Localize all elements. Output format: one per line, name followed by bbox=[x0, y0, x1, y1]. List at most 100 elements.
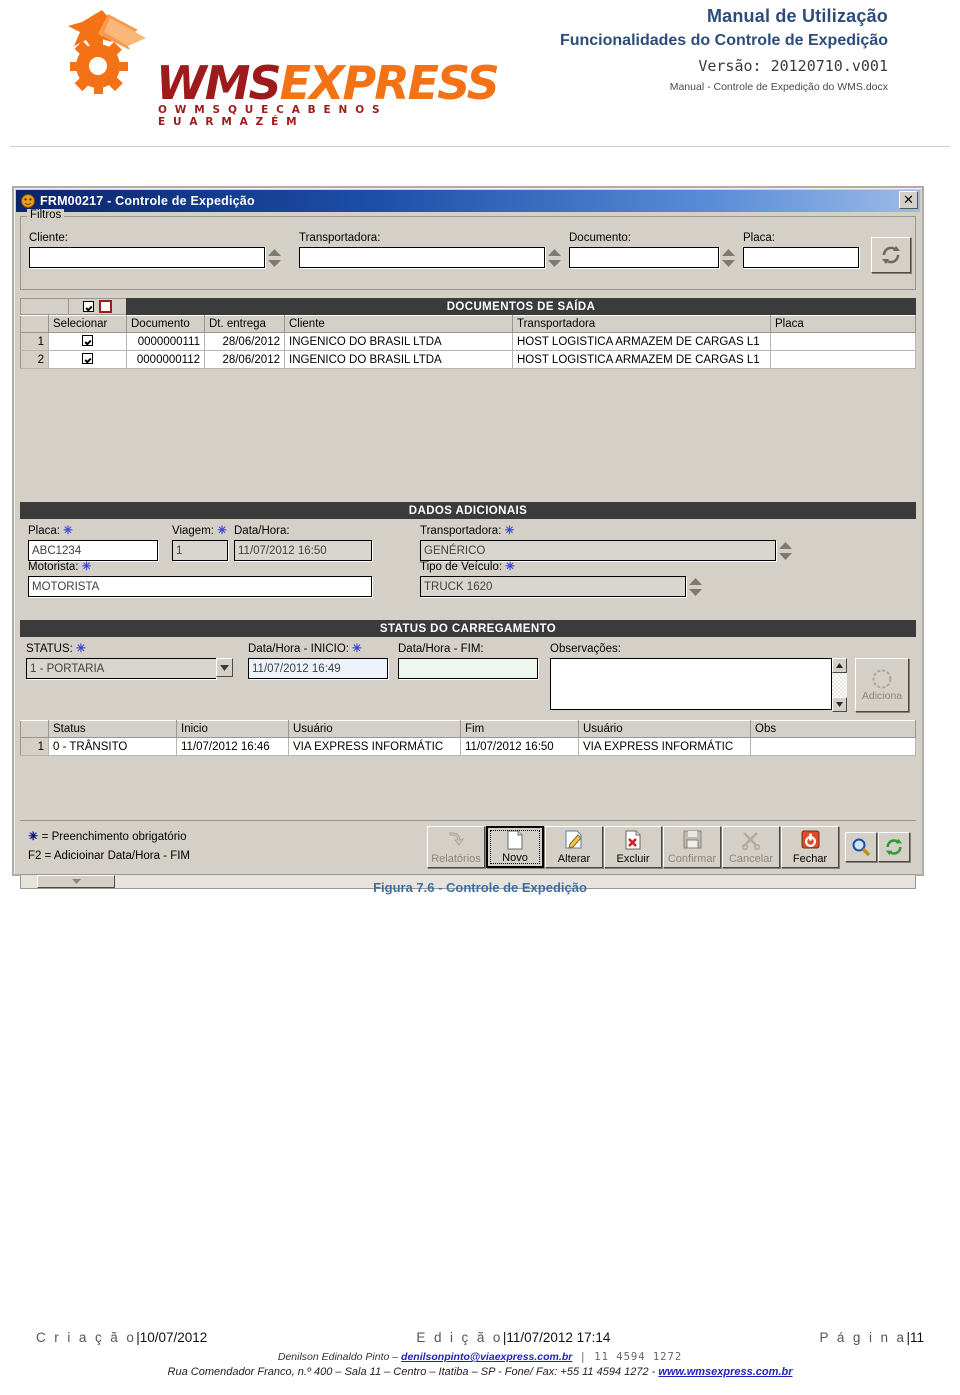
pagina-value: 11 bbox=[909, 1330, 924, 1345]
datahora-input[interactable]: 11/07/2012 16:50 bbox=[234, 540, 372, 561]
col-placa[interactable]: Placa bbox=[770, 315, 916, 333]
novo-button[interactable]: Novo bbox=[486, 825, 544, 868]
footer-contact-row: Denilson Edinaldo Pinto – denilsonpinto@… bbox=[0, 1351, 960, 1363]
website-link[interactable]: www.wmsexpress.com.br bbox=[658, 1366, 792, 1378]
status-section-title: STATUS DO CARREGAMENTO bbox=[20, 620, 916, 637]
dados-adicionais-panel: DADOS ADICIONAIS Placa: ✳ ABC1234 Viagem… bbox=[20, 502, 916, 620]
row-checkbox[interactable] bbox=[82, 353, 93, 364]
toolbar-refresh-button[interactable] bbox=[878, 831, 910, 862]
wmsexpress-logo: WMSEXPRESS O W M S Q U E C A B E N O S E… bbox=[28, 8, 500, 128]
cell-dt-entrega: 28/06/2012 bbox=[204, 350, 285, 369]
scroll-down-icon[interactable] bbox=[832, 697, 847, 712]
cell-obs bbox=[750, 737, 916, 756]
documento-filter-spinner[interactable] bbox=[719, 247, 738, 269]
manual-version: Versão: 20120710.v001 bbox=[698, 57, 888, 75]
col-inicio[interactable]: Inicio bbox=[176, 720, 289, 738]
transportadora-label-text: Transportadora: bbox=[420, 525, 502, 537]
documents-section-bar: DOCUMENTOS DE SAÍDA bbox=[20, 298, 916, 315]
tipo-veiculo-spinner[interactable] bbox=[686, 576, 705, 598]
placa-filter-input[interactable] bbox=[743, 247, 859, 268]
row-number: 2 bbox=[20, 350, 49, 369]
cell-transportadora: HOST LOGISTICA ARMAZEM DE CARGAS L1 bbox=[512, 350, 771, 369]
placa-input[interactable]: ABC1234 bbox=[28, 540, 158, 561]
inicio-label: Data/Hora - INICIO: ✳ bbox=[248, 642, 388, 656]
window-titlebar[interactable]: FRM00217 - Controle de Expedição ✕ bbox=[16, 190, 920, 212]
table-row[interactable]: 1 0000000111 28/06/2012 INGENICO DO BRAS… bbox=[20, 332, 916, 351]
datahora-label: Data/Hora: bbox=[234, 525, 290, 537]
row-select-cell[interactable] bbox=[48, 332, 127, 351]
fim-input[interactable] bbox=[398, 658, 538, 679]
transportadora-spinner[interactable] bbox=[776, 540, 795, 562]
alterar-button[interactable]: Alterar bbox=[545, 825, 603, 868]
col-cliente[interactable]: Cliente bbox=[284, 315, 513, 333]
col-transportadora[interactable]: Transportadora bbox=[512, 315, 771, 333]
cell-usuario-inicio: VIA EXPRESS INFORMÁTIC bbox=[288, 737, 461, 756]
table-row[interactable]: 1 0 - TRÂNSITO 11/07/2012 16:46 VIA EXPR… bbox=[20, 737, 916, 756]
col-usuario-inicio[interactable]: Usuário bbox=[288, 720, 461, 738]
search-button[interactable] bbox=[845, 831, 877, 862]
row-number: 1 bbox=[20, 332, 49, 351]
transportadora-input[interactable]: GENÉRICO bbox=[420, 540, 776, 561]
deselect-all-checkbox[interactable] bbox=[99, 300, 112, 313]
inicio-input[interactable]: 11/07/2012 16:49 bbox=[248, 658, 388, 679]
status-history-panel: Status Inicio Usuário Fim Usuário Obs 1 … bbox=[20, 720, 916, 756]
footer-meta-row: C r i a ç ã o|10/07/2012 E d i ç ã o|11/… bbox=[0, 1330, 960, 1345]
confirmar-button[interactable]: Confirmar bbox=[663, 825, 721, 868]
cliente-spinner[interactable] bbox=[265, 247, 284, 269]
cell-status: 0 - TRÂNSITO bbox=[48, 737, 177, 756]
select-all-toggles[interactable] bbox=[68, 298, 126, 315]
cancelar-button[interactable]: Cancelar bbox=[722, 825, 780, 868]
close-icon[interactable]: ✕ bbox=[899, 191, 918, 209]
row-select-cell[interactable] bbox=[48, 350, 127, 369]
tipo-veiculo-label: Tipo de Veículo: ✳ bbox=[420, 560, 705, 574]
col-dt-entrega[interactable]: Dt. entrega bbox=[204, 315, 285, 333]
observacoes-scrollbar[interactable] bbox=[832, 658, 847, 712]
chevron-down-icon[interactable] bbox=[216, 658, 233, 677]
edicao-label: E d i ç ã o bbox=[416, 1330, 503, 1345]
col-usuario-fim[interactable]: Usuário bbox=[578, 720, 751, 738]
viagem-input[interactable]: 1 bbox=[172, 540, 228, 561]
fim-label: Data/Hora - FIM: bbox=[398, 643, 484, 655]
app-icon bbox=[21, 194, 35, 208]
excluir-button[interactable]: Excluir bbox=[604, 825, 662, 868]
contact-name: Denilson Edinaldo Pinto – bbox=[277, 1351, 402, 1363]
fechar-button[interactable]: Fechar bbox=[781, 825, 839, 868]
documento-filter-input[interactable] bbox=[569, 247, 719, 268]
cell-placa bbox=[770, 332, 916, 351]
relatorios-button[interactable]: Relatórios bbox=[427, 825, 485, 868]
scroll-up-icon[interactable] bbox=[832, 658, 847, 673]
adiciona-button[interactable]: Adiciona bbox=[855, 658, 909, 712]
documents-header-row: Selecionar Documento Dt. entrega Cliente… bbox=[20, 315, 916, 333]
documents-section-title: DOCUMENTOS DE SAÍDA bbox=[126, 298, 916, 315]
select-all-checkbox[interactable] bbox=[83, 301, 94, 312]
motorista-input[interactable]: MOTORISTA bbox=[28, 576, 372, 597]
documents-table[interactable]: Selecionar Documento Dt. entrega Cliente… bbox=[20, 315, 916, 369]
hint-f2: F2 = Adicioinar Data/Hora - FIM bbox=[28, 849, 191, 862]
dados-adicionais-title: DADOS ADICIONAIS bbox=[20, 502, 916, 519]
transportadora-filter-spinner[interactable] bbox=[545, 247, 564, 269]
documents-panel: DOCUMENTOS DE SAÍDA Selecionar Documento… bbox=[20, 298, 916, 390]
col-status[interactable]: Status bbox=[48, 720, 177, 738]
cell-cliente: INGENICO DO BRASIL LTDA bbox=[284, 350, 513, 369]
transportadora-filter-input[interactable] bbox=[299, 247, 545, 268]
col-fim[interactable]: Fim bbox=[460, 720, 579, 738]
cell-inicio: 11/07/2012 16:46 bbox=[176, 737, 289, 756]
filter-refresh-button[interactable] bbox=[871, 237, 911, 273]
table-row[interactable]: 2 0000000112 28/06/2012 INGENICO DO BRAS… bbox=[20, 350, 916, 369]
scrollbar-track[interactable] bbox=[832, 673, 847, 697]
documento-filter-label: Documento: bbox=[569, 232, 632, 244]
cliente-input[interactable] bbox=[29, 247, 265, 268]
col-documento[interactable]: Documento bbox=[126, 315, 205, 333]
magnifier-icon bbox=[852, 838, 871, 856]
tipo-veiculo-input[interactable]: TRUCK 1620 bbox=[420, 576, 686, 597]
status-history-table[interactable]: Status Inicio Usuário Fim Usuário Obs 1 … bbox=[20, 720, 916, 756]
status-select[interactable]: 1 - PORTARIA bbox=[26, 658, 216, 679]
contact-email-link[interactable]: denilsonpinto@viaexpress.com.br bbox=[401, 1351, 572, 1363]
row-checkbox[interactable] bbox=[82, 335, 93, 346]
hint-required: ✳ ✳ = Preenchimento obrigatório bbox=[28, 828, 190, 847]
observacoes-textarea[interactable] bbox=[550, 658, 832, 710]
col-obs[interactable]: Obs bbox=[750, 720, 916, 738]
cell-transportadora: HOST LOGISTICA ARMAZEM DE CARGAS L1 bbox=[512, 332, 771, 351]
fechar-label: Fechar bbox=[792, 852, 828, 865]
col-selecionar[interactable]: Selecionar bbox=[48, 315, 127, 333]
